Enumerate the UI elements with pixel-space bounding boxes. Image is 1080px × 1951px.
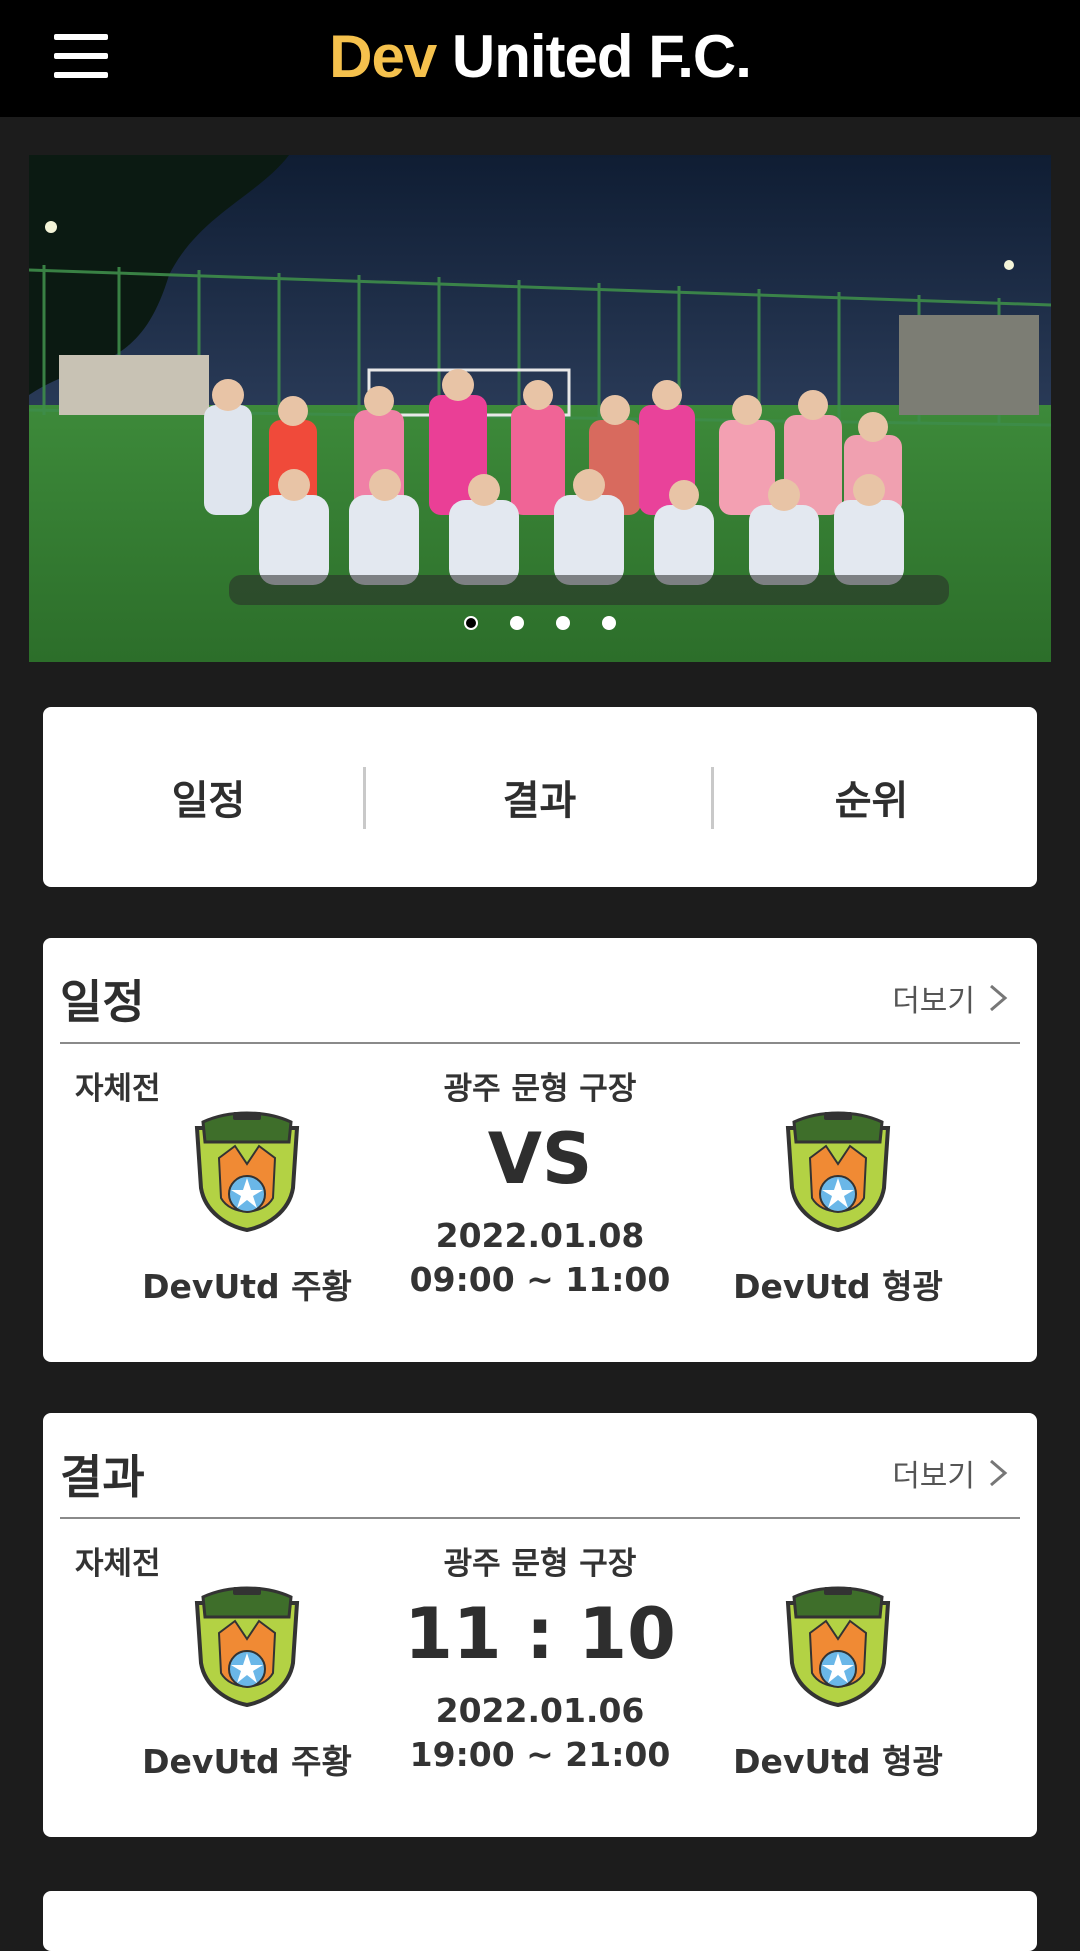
- team-photo: [29, 155, 1051, 662]
- divider: [60, 1517, 1020, 1519]
- away-team-name: DevUtd 형광: [733, 1742, 943, 1781]
- chevron-right-icon: [990, 1459, 1008, 1487]
- card-title: 결과: [60, 1450, 145, 1504]
- carousel-dot-4[interactable]: [602, 616, 616, 630]
- divider: [60, 1042, 1020, 1044]
- more-button[interactable]: 더보기: [892, 1451, 1011, 1495]
- more-label: 더보기: [892, 1459, 975, 1494]
- carousel-dot-2[interactable]: [510, 616, 524, 630]
- tab-divider: [363, 767, 366, 829]
- brand-rest: United F.C.: [436, 23, 752, 90]
- more-label: 더보기: [892, 984, 975, 1019]
- card-title: 일정: [60, 975, 145, 1029]
- venue: 광주 문형 구장: [443, 1546, 637, 1582]
- brand-title[interactable]: Dev United F.C.: [0, 22, 1080, 91]
- carousel-dot-1[interactable]: [464, 616, 478, 630]
- next-card: [43, 1891, 1037, 1951]
- tab-results[interactable]: 결과: [374, 707, 705, 887]
- schedule-card: 일정 더보기 자체전 광주 문형 구장 DevUtd 주황 VS 2022.01…: [43, 938, 1037, 1362]
- tab-schedule[interactable]: 일정: [43, 707, 374, 887]
- section-tabs: 일정 결과 순위: [43, 707, 1037, 887]
- carousel-dot-3[interactable]: [556, 616, 570, 630]
- app-bar: Dev United F.C.: [0, 0, 1080, 117]
- carousel-dots: [29, 615, 1051, 634]
- away-team-logo: [785, 1586, 891, 1707]
- tab-standings[interactable]: 순위: [706, 707, 1037, 887]
- chevron-right-icon: [990, 984, 1008, 1012]
- results-card: 결과 더보기 자체전 광주 문형 구장 DevUtd 주황 11 : 10 20…: [43, 1413, 1037, 1837]
- more-button[interactable]: 더보기: [892, 976, 1011, 1020]
- away-team-name: DevUtd 형광: [733, 1267, 943, 1306]
- hero-carousel[interactable]: [29, 155, 1051, 662]
- away-team-logo: [785, 1111, 891, 1232]
- venue: 광주 문형 구장: [443, 1071, 637, 1107]
- brand-accent: Dev: [329, 23, 437, 90]
